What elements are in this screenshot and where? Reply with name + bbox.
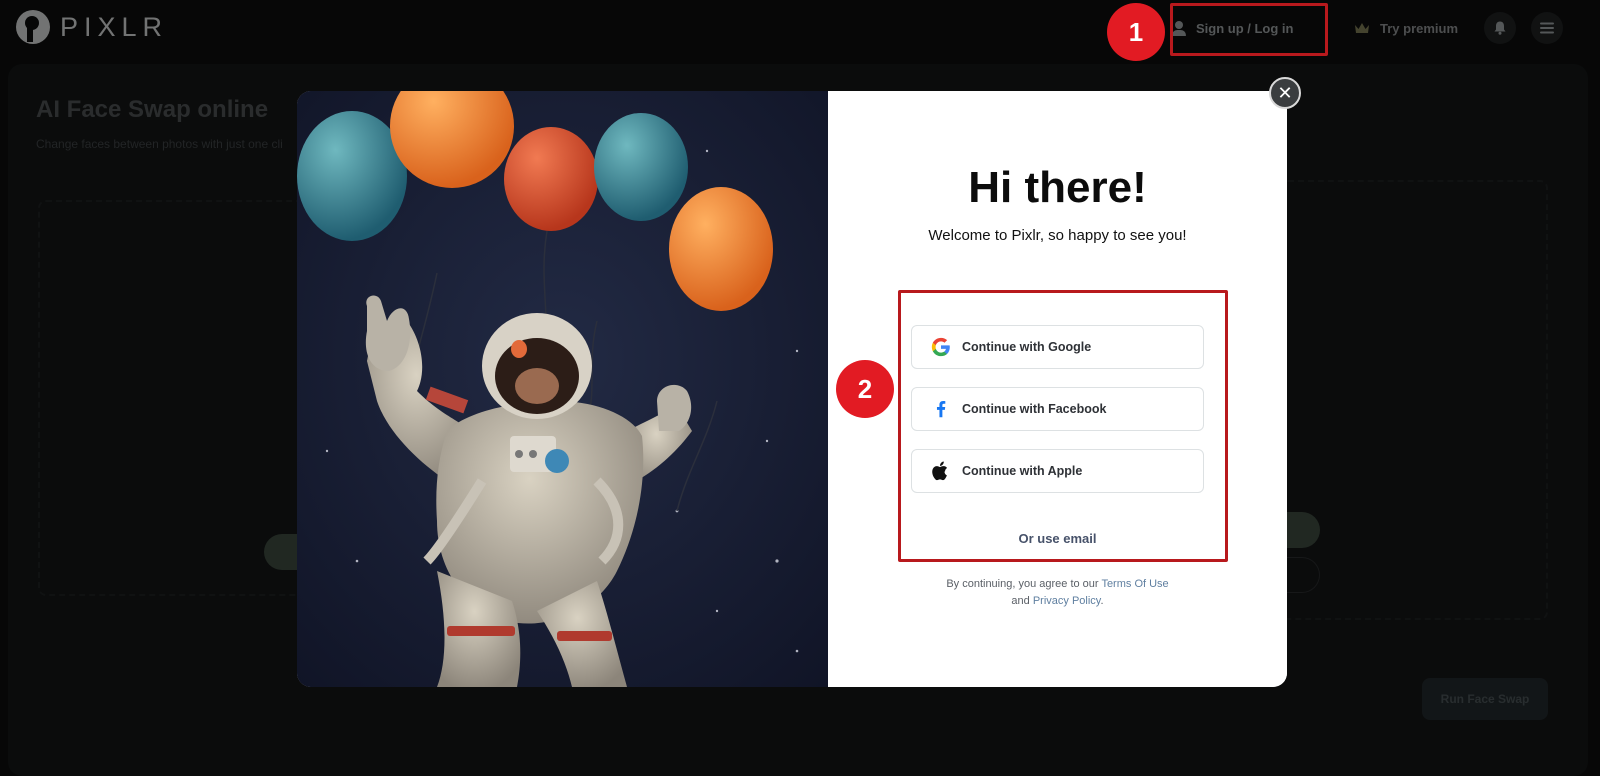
astronaut-illustration <box>297 91 828 687</box>
annotation-highlight-login-options <box>898 290 1228 562</box>
annotation-highlight-signup <box>1170 3 1328 56</box>
close-icon: ✕ <box>1277 82 1293 103</box>
annotation-step-1-badge: 1 <box>1107 3 1165 61</box>
modal-subtitle: Welcome to Pixlr, so happy to see you! <box>928 227 1187 244</box>
privacy-policy-link[interactable]: Privacy Policy <box>1033 595 1101 607</box>
modal-title: Hi there! <box>968 163 1147 212</box>
annotation-step-2-badge: 2 <box>836 360 894 418</box>
terms-and: and <box>1011 595 1030 607</box>
terms-of-use-link[interactable]: Terms Of Use <box>1101 578 1168 590</box>
close-modal-button[interactable]: ✕ <box>1269 77 1301 109</box>
terms-period: . <box>1100 595 1104 607</box>
terms-notice: By continuing, you agree to our Terms Of… <box>828 576 1287 610</box>
terms-prefix: By continuing, you agree to our <box>946 578 1099 590</box>
